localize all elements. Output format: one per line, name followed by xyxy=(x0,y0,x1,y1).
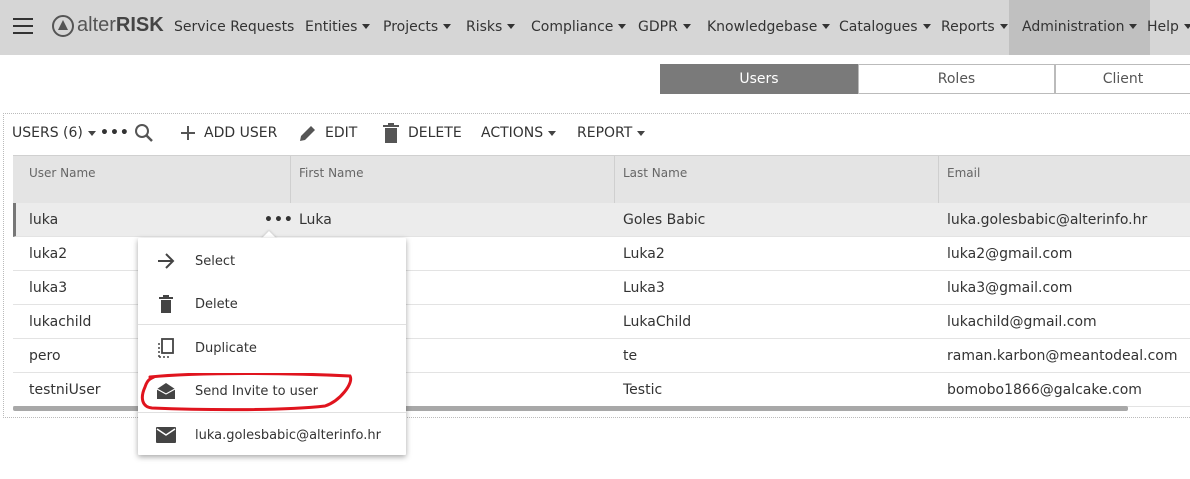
logo-mark-icon xyxy=(52,14,74,37)
cell-username: lukachild xyxy=(29,314,92,330)
nav-catalogues[interactable]: Catalogues xyxy=(839,0,931,55)
users-count-dropdown[interactable]: USERS (6) xyxy=(12,117,96,149)
cell-last-name: te xyxy=(623,348,638,364)
logo-text: alterRISK xyxy=(77,14,164,36)
nav-gdpr[interactable]: GDPR xyxy=(638,0,691,55)
cell-email: luka2@gmail.com xyxy=(947,246,1073,262)
report-dropdown[interactable]: REPORT xyxy=(577,117,646,149)
nav-projects[interactable]: Projects xyxy=(383,0,452,55)
caret-down-icon xyxy=(999,23,1008,29)
nav-reports[interactable]: Reports xyxy=(941,0,1008,55)
delete-button[interactable]: DELETE xyxy=(383,117,462,149)
cell-email: raman.karbon@meantodeal.com xyxy=(947,348,1178,364)
caret-down-icon xyxy=(682,23,691,29)
row-context-menu: Select Delete Duplicate Send Invite to u… xyxy=(138,238,406,455)
app-logo[interactable]: alterRISK xyxy=(52,14,164,37)
cell-username: testniUser xyxy=(29,382,101,398)
column-header-username[interactable]: User Name xyxy=(29,156,96,204)
caret-down-icon xyxy=(548,130,557,136)
hamburger-menu-icon[interactable] xyxy=(13,18,33,34)
nav-compliance[interactable]: Compliance xyxy=(531,0,627,55)
nav-help[interactable]: Help xyxy=(1147,0,1190,55)
nav-entities[interactable]: Entities xyxy=(305,0,371,55)
nav-risks[interactable]: Risks xyxy=(466,0,516,55)
grid-header: User Name First Name Last Name Email xyxy=(13,155,1190,204)
envelope-icon xyxy=(156,425,176,445)
caret-down-icon xyxy=(1183,23,1190,29)
red-annotation-ellipse xyxy=(140,373,353,412)
trash-icon xyxy=(156,294,176,314)
menu-item-email[interactable]: luka.golesbabic@alterinfo.hr xyxy=(138,415,406,455)
more-options-icon[interactable]: ••• xyxy=(100,117,130,149)
cell-username: luka3 xyxy=(29,280,68,296)
pencil-icon xyxy=(300,126,315,141)
admin-tabs: Users Roles Client xyxy=(660,64,1190,94)
cell-email: luka.golesbabic@alterinfo.hr xyxy=(947,212,1148,228)
add-user-button[interactable]: ADD USER xyxy=(179,117,277,149)
cell-last-name: Luka3 xyxy=(623,280,665,296)
trash-icon xyxy=(383,123,399,143)
tab-client[interactable]: Client xyxy=(1055,64,1190,94)
caret-down-icon xyxy=(507,23,516,29)
menu-item-select[interactable]: Select xyxy=(138,241,406,281)
nav-administration[interactable]: Administration xyxy=(1009,0,1151,55)
arrow-right-icon xyxy=(156,251,176,271)
cell-username: luka2 xyxy=(29,246,68,262)
menu-item-delete[interactable]: Delete xyxy=(138,284,406,324)
edit-button[interactable]: EDIT xyxy=(298,117,357,149)
table-row[interactable]: luka ••• Luka Goles Babic luka.golesbabi… xyxy=(13,203,1190,237)
menu-divider xyxy=(138,324,406,325)
caret-down-icon xyxy=(362,23,371,29)
caret-down-icon xyxy=(637,130,646,136)
column-header-last-name[interactable]: Last Name xyxy=(623,156,687,204)
nav-service-requests[interactable]: Service Requests xyxy=(174,0,294,55)
cell-first-name: Luka xyxy=(299,212,332,228)
cell-username: pero xyxy=(29,348,61,364)
caret-down-icon xyxy=(822,23,831,29)
column-header-email[interactable]: Email xyxy=(947,156,980,204)
column-header-first-name[interactable]: First Name xyxy=(299,156,363,204)
caret-down-icon xyxy=(618,23,627,29)
top-navbar: alterRISK Service Requests Entities Proj… xyxy=(0,0,1190,55)
cell-last-name: LukaChild xyxy=(623,314,692,330)
cell-email: luka3@gmail.com xyxy=(947,280,1073,296)
cell-email: bomobo1866@galcake.com xyxy=(947,382,1142,398)
cell-last-name: Luka2 xyxy=(623,246,665,262)
nav-knowledgebase[interactable]: Knowledgebase xyxy=(707,0,831,55)
cell-last-name: Goles Babic xyxy=(623,212,706,228)
tab-roles[interactable]: Roles xyxy=(858,64,1055,94)
caret-down-icon xyxy=(922,23,931,29)
menu-item-duplicate[interactable]: Duplicate xyxy=(138,328,406,368)
caret-down-icon xyxy=(87,130,96,136)
actions-dropdown[interactable]: ACTIONS xyxy=(481,117,557,149)
duplicate-icon xyxy=(156,338,176,358)
cell-email: lukachild@gmail.com xyxy=(947,314,1097,330)
tab-users[interactable]: Users xyxy=(660,64,858,94)
plus-icon xyxy=(181,126,195,140)
cell-last-name: Testic xyxy=(623,382,663,398)
cell-username: luka xyxy=(29,212,59,228)
caret-down-icon xyxy=(1129,23,1138,29)
search-icon[interactable] xyxy=(134,117,154,149)
caret-down-icon xyxy=(443,23,452,29)
